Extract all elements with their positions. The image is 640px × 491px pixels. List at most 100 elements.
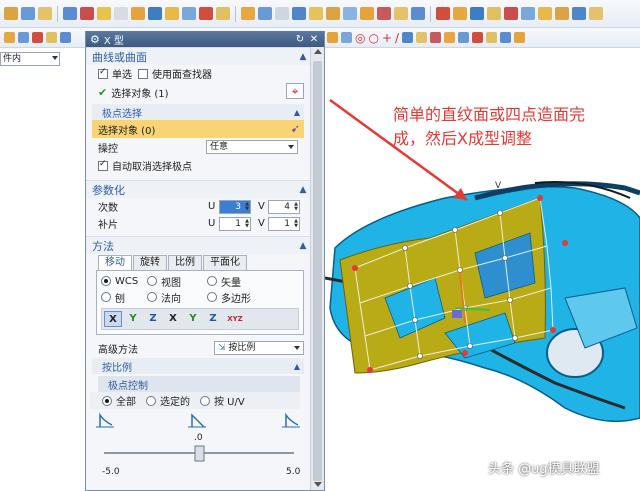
tool-icon[interactable] (114, 7, 128, 20)
tool-icon[interactable] (430, 32, 442, 43)
tool-icon[interactable] (394, 7, 408, 20)
plus-icon[interactable]: + (382, 31, 392, 45)
xz-plane-button[interactable]: Y (184, 311, 202, 327)
pole-selection-header[interactable]: 极点选择 ▲ (92, 104, 304, 120)
tool-icon[interactable] (470, 7, 484, 20)
tool-icon[interactable] (182, 7, 196, 20)
radio-button[interactable] (147, 276, 157, 286)
tool-icon[interactable] (326, 7, 340, 20)
tool-icon[interactable] (487, 7, 501, 20)
tab-move[interactable]: 移动 (98, 255, 132, 270)
tool-icon[interactable] (453, 7, 467, 20)
slash-icon[interactable]: / (395, 31, 399, 45)
radio-plane[interactable]: 刨 (101, 290, 147, 305)
reset-icon[interactable]: ↻ (294, 34, 306, 45)
tool-icon[interactable] (589, 7, 603, 20)
dialog-scrollbar[interactable] (310, 47, 324, 490)
tool-icon[interactable] (18, 32, 29, 43)
tool-icon[interactable] (241, 7, 255, 20)
tool-icon[interactable] (402, 32, 414, 43)
tool-icon[interactable] (38, 7, 52, 20)
degree-u-stepper[interactable]: 3 ▲ ▼ (219, 200, 251, 214)
tool-icon[interactable] (377, 7, 391, 20)
circle-icon[interactable]: ○ (368, 31, 378, 45)
z-axis-button[interactable]: Z (144, 311, 162, 327)
spin-arrows-icon[interactable]: ▲ ▼ (245, 219, 249, 229)
tool-icon[interactable] (4, 32, 15, 43)
spin-arrows-icon[interactable]: ▲ ▼ (294, 202, 298, 212)
by-ratio-header[interactable]: 按比例 ▲ (92, 358, 304, 374)
tool-icon[interactable] (538, 7, 552, 20)
scale-slider[interactable] (104, 446, 294, 461)
x-axis-button[interactable]: X (104, 311, 122, 327)
manipulate-dropdown[interactable]: 任意 (206, 140, 298, 154)
circle-snap-icon[interactable]: ◎ (355, 31, 365, 45)
patch-u-stepper[interactable]: 1 ▲ ▼ (219, 217, 251, 231)
radio-vector[interactable]: 矢量 (207, 274, 277, 289)
selection-filter-dropdown[interactable]: 件内 (0, 52, 60, 66)
tool-icon[interactable] (411, 7, 425, 20)
chevron-down-icon[interactable] (314, 482, 322, 487)
single-select-checkbox[interactable] (98, 67, 108, 79)
tab-rotate[interactable]: 旋转 (133, 255, 167, 270)
auto-deselect-checkbox[interactable] (98, 159, 108, 171)
tool-icon[interactable] (199, 7, 213, 20)
radio-button[interactable] (207, 276, 217, 286)
scrollbar-thumb[interactable] (313, 61, 322, 481)
radio-normal[interactable]: 法向 (147, 290, 207, 305)
tab-scale[interactable]: 比例 (168, 255, 202, 270)
radio-button[interactable] (147, 292, 157, 302)
y-axis-button[interactable]: Y (124, 311, 142, 327)
tool-icon[interactable] (60, 32, 71, 43)
tool-icon[interactable] (63, 7, 77, 20)
tool-icon[interactable] (131, 7, 145, 20)
chevron-up-icon[interactable] (314, 49, 322, 54)
radio-all[interactable] (102, 395, 112, 406)
spin-arrows-icon[interactable]: ▲ ▼ (294, 219, 298, 229)
tool-icon[interactable] (500, 32, 512, 43)
curve-surface-header[interactable]: 曲线或曲面 ▲ (86, 47, 310, 65)
tool-icon[interactable] (572, 7, 586, 20)
tool-icon[interactable] (416, 32, 428, 43)
tool-icon[interactable] (32, 32, 43, 43)
tool-icon[interactable] (21, 7, 35, 20)
tool-icon[interactable] (216, 7, 230, 20)
gear-icon[interactable]: ⚙ (90, 33, 100, 46)
tool-icon[interactable] (327, 32, 338, 43)
patch-v-stepper[interactable]: 1 ▲ ▼ (268, 217, 300, 231)
close-icon[interactable]: ✕ (308, 34, 320, 45)
tool-icon[interactable] (458, 32, 470, 43)
radio-view[interactable]: 视图 (147, 274, 207, 289)
advanced-method-dropdown[interactable]: ⇲ 按比例 (214, 341, 304, 355)
tool-icon[interactable] (360, 7, 374, 20)
tool-icon[interactable] (472, 32, 484, 43)
tool-icon[interactable] (165, 7, 179, 20)
tool-icon[interactable] (504, 7, 518, 20)
radio-button[interactable] (207, 292, 217, 302)
tool-icon[interactable] (514, 32, 526, 43)
radio-by-uv[interactable] (200, 395, 210, 406)
tool-icon[interactable] (292, 7, 306, 20)
tool-icon[interactable] (486, 32, 498, 43)
degree-v-stepper[interactable]: 4 ▲ ▼ (268, 200, 300, 214)
select-object-row[interactable]: ✔ 选择对象 (1) ⌖ (86, 82, 310, 102)
method-header[interactable]: 方法 ▲ (86, 236, 310, 254)
tool-icon[interactable] (555, 7, 569, 20)
radio-polygon[interactable]: 多边形 (207, 290, 277, 305)
radio-button[interactable] (101, 276, 111, 286)
crosshair-select-icon[interactable]: ⌖ (286, 83, 304, 99)
pole-select-object-row[interactable]: 选择对象 (0) ➹ (92, 120, 304, 138)
tool-icon[interactable] (309, 7, 323, 20)
tool-icon[interactable] (80, 7, 94, 20)
tool-icon[interactable] (258, 7, 272, 20)
face-finder-checkbox[interactable] (138, 68, 148, 79)
parameterization-header[interactable]: 参数化 ▲ (86, 180, 310, 198)
tool-icon[interactable] (148, 7, 162, 20)
yz-plane-button[interactable]: X (164, 311, 182, 327)
radio-selected[interactable] (146, 395, 156, 406)
radio-button[interactable] (101, 292, 111, 302)
xyz-button[interactable]: XYZ (224, 311, 246, 327)
tab-planarize[interactable]: 平面化 (203, 255, 247, 270)
tool-icon[interactable] (343, 7, 357, 20)
tool-icon[interactable] (275, 7, 289, 20)
